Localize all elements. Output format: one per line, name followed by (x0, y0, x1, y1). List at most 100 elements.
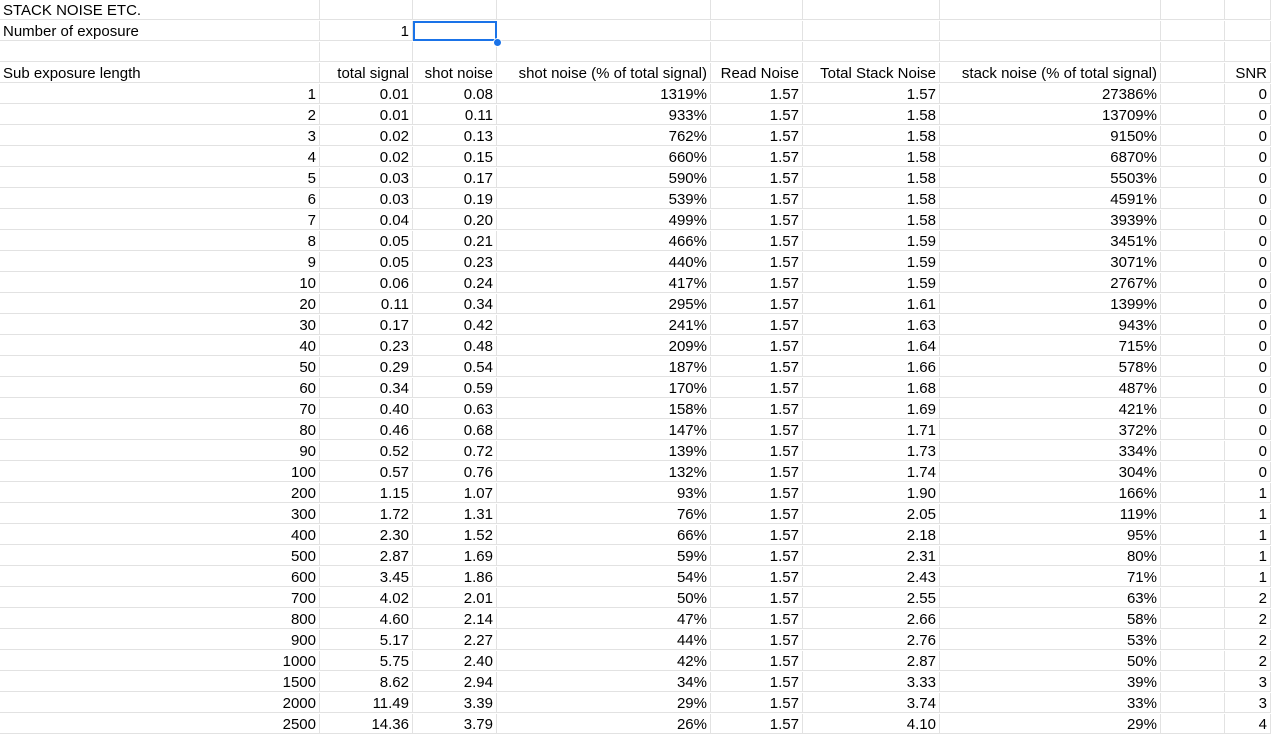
cell-shot-noise-pct[interactable]: 170% (497, 378, 711, 398)
cell-total-signal[interactable]: 0.05 (320, 231, 413, 251)
cell-shot-noise-pct[interactable]: 933% (497, 105, 711, 125)
cell-shot-noise[interactable]: 1.86 (413, 567, 497, 587)
empty-cell[interactable] (803, 21, 940, 41)
cell-total-signal[interactable]: 0.34 (320, 378, 413, 398)
empty-cell[interactable] (0, 42, 320, 62)
cell-sub-exposure-length[interactable]: 200 (0, 483, 320, 503)
header-total-stack-noise[interactable]: Total Stack Noise (803, 63, 940, 83)
empty-cell[interactable] (1161, 714, 1225, 734)
cell-total-signal[interactable]: 0.05 (320, 252, 413, 272)
cell-shot-noise-pct[interactable]: 76% (497, 504, 711, 524)
cell-sub-exposure-length[interactable]: 50 (0, 357, 320, 377)
cell-shot-noise-pct[interactable]: 139% (497, 441, 711, 461)
cell-shot-noise-pct[interactable]: 29% (497, 693, 711, 713)
empty-cell[interactable] (1161, 462, 1225, 482)
cell-total-signal[interactable]: 2.87 (320, 546, 413, 566)
cell-stack-noise-pct[interactable]: 487% (940, 378, 1161, 398)
cell-total-stack-noise[interactable]: 1.73 (803, 441, 940, 461)
cell-total-stack-noise[interactable]: 2.66 (803, 609, 940, 629)
cell-total-signal[interactable]: 5.17 (320, 630, 413, 650)
cell-stack-noise-pct[interactable]: 50% (940, 651, 1161, 671)
cell-shot-noise[interactable]: 2.01 (413, 588, 497, 608)
empty-cell[interactable] (1161, 483, 1225, 503)
cell-sub-exposure-length[interactable]: 2500 (0, 714, 320, 734)
cell-snr[interactable]: 0 (1225, 378, 1271, 398)
cell-total-signal[interactable]: 5.75 (320, 651, 413, 671)
cell-read-noise[interactable]: 1.57 (711, 84, 803, 104)
empty-cell[interactable] (1161, 588, 1225, 608)
cell-total-signal[interactable]: 3.45 (320, 567, 413, 587)
cell-stack-noise-pct[interactable]: 1399% (940, 294, 1161, 314)
cell-stack-noise-pct[interactable]: 4591% (940, 189, 1161, 209)
cell-shot-noise[interactable]: 0.23 (413, 252, 497, 272)
cell-sub-exposure-length[interactable]: 2000 (0, 693, 320, 713)
cell-shot-noise[interactable]: 0.17 (413, 168, 497, 188)
cell-sub-exposure-length[interactable]: 1500 (0, 672, 320, 692)
cell-shot-noise-pct[interactable]: 44% (497, 630, 711, 650)
empty-cell[interactable] (803, 0, 940, 20)
cell-shot-noise-pct[interactable]: 539% (497, 189, 711, 209)
cell-read-noise[interactable]: 1.57 (711, 168, 803, 188)
cell-read-noise[interactable]: 1.57 (711, 357, 803, 377)
empty-cell[interactable] (1161, 126, 1225, 146)
cell-shot-noise-pct[interactable]: 660% (497, 147, 711, 167)
cell-stack-noise-pct[interactable]: 119% (940, 504, 1161, 524)
cell-shot-noise[interactable]: 0.21 (413, 231, 497, 251)
header-sub-exposure-length[interactable]: Sub exposure length (0, 63, 320, 83)
cell-sub-exposure-length[interactable]: 6 (0, 189, 320, 209)
cell-read-noise[interactable]: 1.57 (711, 441, 803, 461)
cell-sub-exposure-length[interactable]: 20 (0, 294, 320, 314)
cell-shot-noise-pct[interactable]: 187% (497, 357, 711, 377)
cell-stack-noise-pct[interactable]: 63% (940, 588, 1161, 608)
cell-stack-noise-pct[interactable]: 3451% (940, 231, 1161, 251)
cell-sub-exposure-length[interactable]: 30 (0, 315, 320, 335)
cell-shot-noise[interactable]: 0.68 (413, 420, 497, 440)
cell-total-signal[interactable]: 0.23 (320, 336, 413, 356)
empty-cell[interactable] (711, 21, 803, 41)
cell-sub-exposure-length[interactable]: 5 (0, 168, 320, 188)
empty-cell[interactable] (1161, 441, 1225, 461)
empty-cell[interactable] (1161, 63, 1225, 83)
empty-cell[interactable] (1161, 336, 1225, 356)
cell-shot-noise-pct[interactable]: 47% (497, 609, 711, 629)
cell-stack-noise-pct[interactable]: 578% (940, 357, 1161, 377)
exposure-label-cell[interactable]: Number of exposure (0, 21, 320, 41)
empty-cell[interactable] (1225, 42, 1271, 62)
cell-read-noise[interactable]: 1.57 (711, 609, 803, 629)
cell-snr[interactable]: 1 (1225, 483, 1271, 503)
cell-read-noise[interactable]: 1.57 (711, 126, 803, 146)
cell-sub-exposure-length[interactable]: 3 (0, 126, 320, 146)
cell-shot-noise[interactable]: 0.48 (413, 336, 497, 356)
cell-stack-noise-pct[interactable]: 29% (940, 714, 1161, 734)
cell-sub-exposure-length[interactable]: 9 (0, 252, 320, 272)
cell-shot-noise[interactable]: 1.52 (413, 525, 497, 545)
cell-stack-noise-pct[interactable]: 943% (940, 315, 1161, 335)
cell-shot-noise-pct[interactable]: 132% (497, 462, 711, 482)
cell-total-stack-noise[interactable]: 1.58 (803, 147, 940, 167)
cell-stack-noise-pct[interactable]: 27386% (940, 84, 1161, 104)
cell-shot-noise[interactable]: 2.14 (413, 609, 497, 629)
empty-cell[interactable] (497, 0, 711, 20)
cell-snr[interactable]: 0 (1225, 399, 1271, 419)
cell-read-noise[interactable]: 1.57 (711, 483, 803, 503)
cell-read-noise[interactable]: 1.57 (711, 189, 803, 209)
cell-stack-noise-pct[interactable]: 166% (940, 483, 1161, 503)
cell-stack-noise-pct[interactable]: 6870% (940, 147, 1161, 167)
cell-read-noise[interactable]: 1.57 (711, 420, 803, 440)
cell-snr[interactable]: 2 (1225, 630, 1271, 650)
empty-cell[interactable] (1161, 546, 1225, 566)
cell-total-stack-noise[interactable]: 1.66 (803, 357, 940, 377)
cell-snr[interactable]: 0 (1225, 357, 1271, 377)
cell-shot-noise-pct[interactable]: 59% (497, 546, 711, 566)
cell-shot-noise[interactable]: 0.42 (413, 315, 497, 335)
cell-stack-noise-pct[interactable]: 715% (940, 336, 1161, 356)
cell-shot-noise-pct[interactable]: 762% (497, 126, 711, 146)
cell-total-signal[interactable]: 11.49 (320, 693, 413, 713)
cell-snr[interactable]: 0 (1225, 168, 1271, 188)
empty-cell[interactable] (1161, 525, 1225, 545)
cell-snr[interactable]: 3 (1225, 693, 1271, 713)
cell-read-noise[interactable]: 1.57 (711, 525, 803, 545)
cell-snr[interactable]: 0 (1225, 126, 1271, 146)
cell-total-stack-noise[interactable]: 1.59 (803, 252, 940, 272)
cell-read-noise[interactable]: 1.57 (711, 504, 803, 524)
